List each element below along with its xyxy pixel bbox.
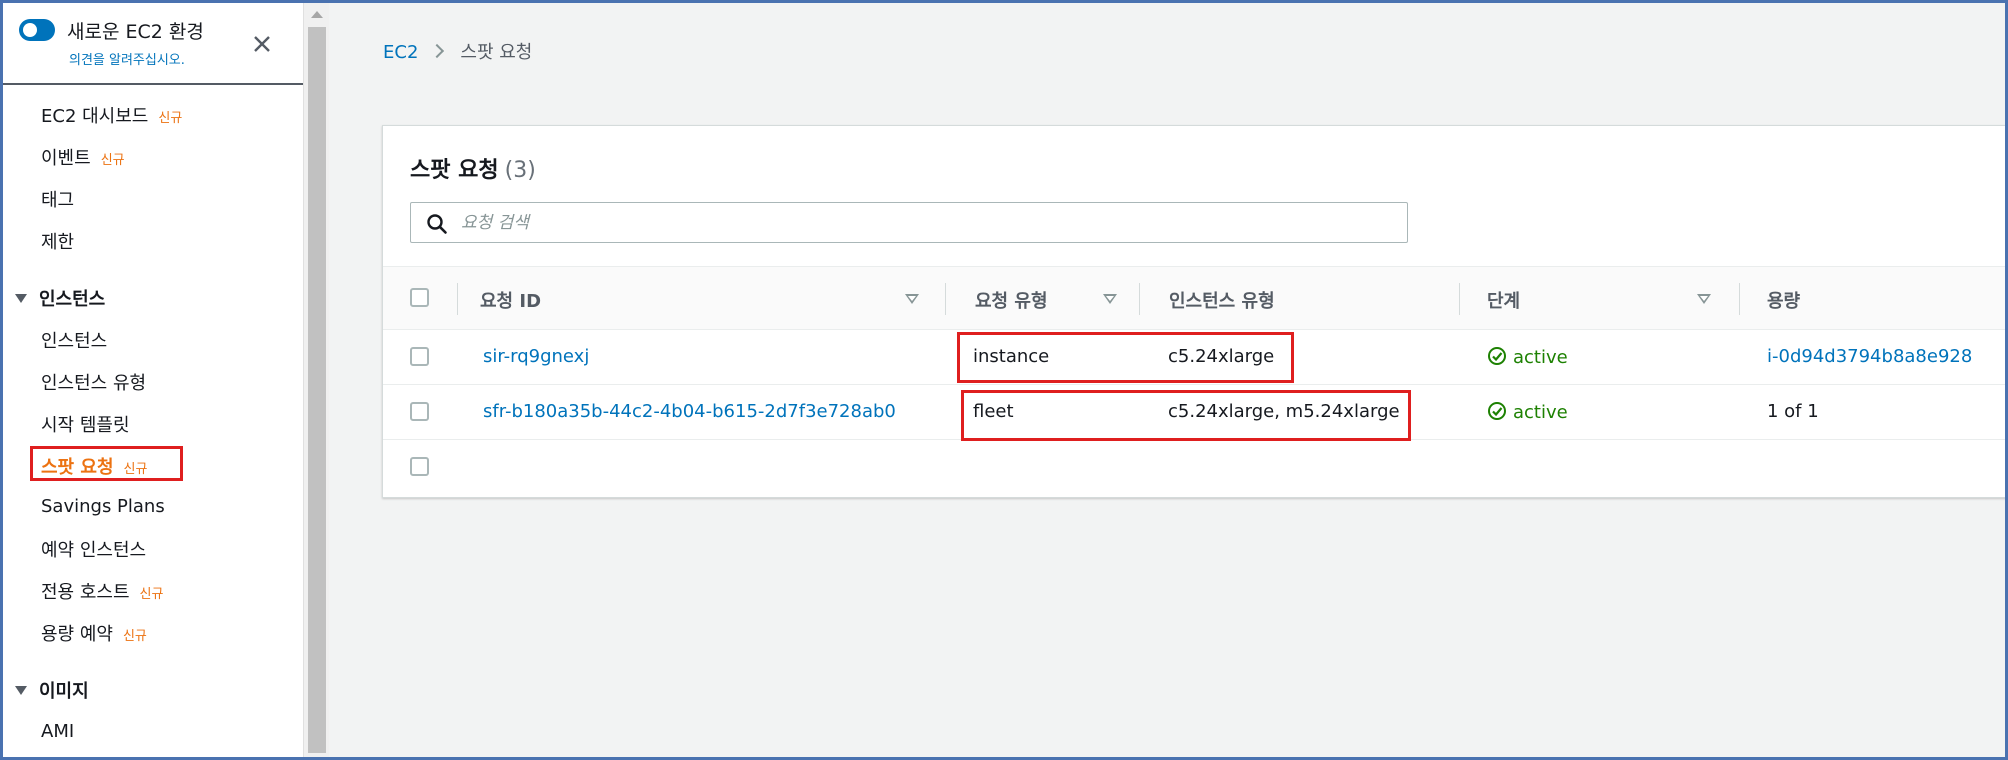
- breadcrumb-current: 스팟 요청: [460, 42, 533, 63]
- sidebar-scrollbar[interactable]: [303, 3, 329, 757]
- scroll-up-arrow-icon[interactable]: [311, 11, 323, 18]
- row-checkbox[interactable]: [410, 457, 429, 476]
- sidebar-item-launch-templates[interactable]: 시작 템플릿: [41, 411, 130, 437]
- sidebar-item-ec2-dashboard[interactable]: EC2 대시보드 신규: [41, 102, 182, 128]
- request-id-link[interactable]: sfr-b180a35b-44c2-4b04-b615-2d7f3e728ab0: [483, 401, 896, 422]
- sidebar-item-instance-types[interactable]: 인스턴스 유형: [41, 369, 146, 395]
- caret-down-icon: [15, 685, 27, 695]
- highlight-box-row2: [961, 390, 1411, 441]
- sidebar-item-savings-plans[interactable]: Savings Plans: [41, 496, 165, 517]
- row-checkbox[interactable]: [410, 347, 429, 366]
- row-checkbox[interactable]: [410, 402, 429, 421]
- column-divider: [1459, 283, 1460, 315]
- sidebar-item-label: 제한: [41, 232, 75, 253]
- column-header-request-id[interactable]: 요청 ID: [480, 287, 541, 313]
- spot-requests-panel: 스팟 요청(3) 요청 ID 요청 유형 인스턴스 유형 단계 용량 sir-r…: [382, 125, 2008, 498]
- column-header-request-type[interactable]: 요청 유형: [975, 287, 1048, 313]
- caret-down-icon: [15, 293, 27, 303]
- sidebar-section-label: 이미지: [39, 681, 89, 702]
- sidebar-item-tags[interactable]: 태그: [41, 186, 74, 212]
- sidebar: 새로운 EC2 환경 의견을 알려주십시오. EC2 대시보드 신규 이벤트 신규 …: [3, 3, 303, 757]
- sidebar-section-images[interactable]: 이미지: [15, 677, 89, 703]
- highlight-box-row1: [957, 332, 1294, 383]
- column-header-capacity[interactable]: 용량: [1767, 287, 1800, 313]
- search-input[interactable]: [461, 203, 1391, 242]
- sidebar-item-ami[interactable]: AMI: [41, 721, 74, 742]
- sidebar-item-label: 인스턴스 유형: [41, 373, 147, 394]
- close-icon[interactable]: [247, 29, 277, 59]
- sidebar-item-label: Savings Plans: [41, 496, 165, 517]
- sidebar-item-label: 용량 예약: [41, 624, 113, 645]
- column-divider: [457, 283, 458, 315]
- state-cell: active: [1487, 401, 1568, 423]
- breadcrumb: EC2 스팟 요청: [383, 38, 532, 64]
- sidebar-item-label: AMI: [41, 721, 75, 742]
- sidebar-item-limits[interactable]: 제한: [41, 228, 74, 254]
- check-circle-icon: [1488, 347, 1506, 365]
- new-badge: 신규: [122, 629, 147, 644]
- state-text: active: [1513, 402, 1568, 423]
- new-experience-title: 새로운 EC2 환경: [67, 21, 204, 43]
- column-header-instance-type[interactable]: 인스턴스 유형: [1169, 287, 1275, 313]
- check-circle-icon: [1488, 402, 1506, 420]
- state-cell: active: [1487, 346, 1568, 368]
- new-badge: 신규: [139, 587, 164, 602]
- sidebar-item-capacity-reservations[interactable]: 용량 예약 신규: [41, 620, 147, 646]
- state-text: active: [1513, 347, 1568, 368]
- sort-icon[interactable]: [1697, 294, 1711, 304]
- sidebar-item-instances[interactable]: 인스턴스: [41, 327, 107, 353]
- capacity-cell: 1 of 1: [1767, 401, 1819, 422]
- page-title: 스팟 요청 (3): [410, 152, 536, 184]
- column-divider: [945, 283, 946, 315]
- sidebar-item-events[interactable]: 이벤트 신규: [41, 144, 125, 170]
- search-box[interactable]: [410, 202, 1408, 243]
- sidebar-item-label: 시작 템플릿: [41, 415, 130, 436]
- sidebar-item-reserved-instances[interactable]: 예약 인스턴스: [41, 536, 146, 562]
- request-id-link[interactable]: sir-rq9gnexj: [483, 346, 589, 367]
- panel-title-text: 스팟 요청: [410, 158, 499, 183]
- feedback-link[interactable]: 의견을 알려주십시오.: [69, 49, 185, 68]
- sidebar-section-label: 인스턴스: [39, 289, 106, 310]
- table-header: 요청 ID 요청 유형 인스턴스 유형 단계 용량: [383, 266, 2008, 330]
- new-experience-toggle[interactable]: [19, 19, 55, 41]
- search-icon: [427, 214, 447, 234]
- column-divider: [1139, 283, 1140, 315]
- new-badge: 신규: [158, 111, 183, 126]
- active-item-highlight-box: [30, 446, 183, 481]
- sidebar-item-label: 이벤트: [41, 148, 91, 169]
- column-header-state[interactable]: 단계: [1487, 287, 1520, 313]
- breadcrumb-ec2-link[interactable]: EC2: [383, 42, 418, 63]
- sidebar-item-dedicated-hosts[interactable]: 전용 호스트 신규: [41, 578, 163, 604]
- column-divider: [1739, 283, 1740, 315]
- capacity-instance-link[interactable]: i-0d94d3794b8a8e928: [1767, 346, 1972, 367]
- panel-count: (3): [504, 158, 536, 183]
- sidebar-item-label: 예약 인스턴스: [41, 540, 147, 561]
- sidebar-item-label: EC2 대시보드: [41, 106, 149, 127]
- toggle-knob: [23, 23, 37, 37]
- new-experience-toggle-row: 새로운 EC2 환경 의견을 알려주십시오.: [3, 3, 303, 85]
- table-row[interactable]: [383, 440, 2008, 495]
- new-badge: 신규: [100, 153, 125, 168]
- scroll-thumb[interactable]: [308, 27, 326, 753]
- sort-icon[interactable]: [1103, 294, 1117, 304]
- sidebar-item-label: 인스턴스: [41, 331, 108, 352]
- sort-icon[interactable]: [905, 294, 919, 304]
- sidebar-item-label: 태그: [41, 190, 75, 211]
- sidebar-item-label: 전용 호스트: [41, 582, 130, 603]
- sidebar-section-instances[interactable]: 인스턴스: [15, 285, 105, 311]
- chevron-right-icon: [430, 43, 445, 59]
- select-all-checkbox[interactable]: [410, 288, 429, 307]
